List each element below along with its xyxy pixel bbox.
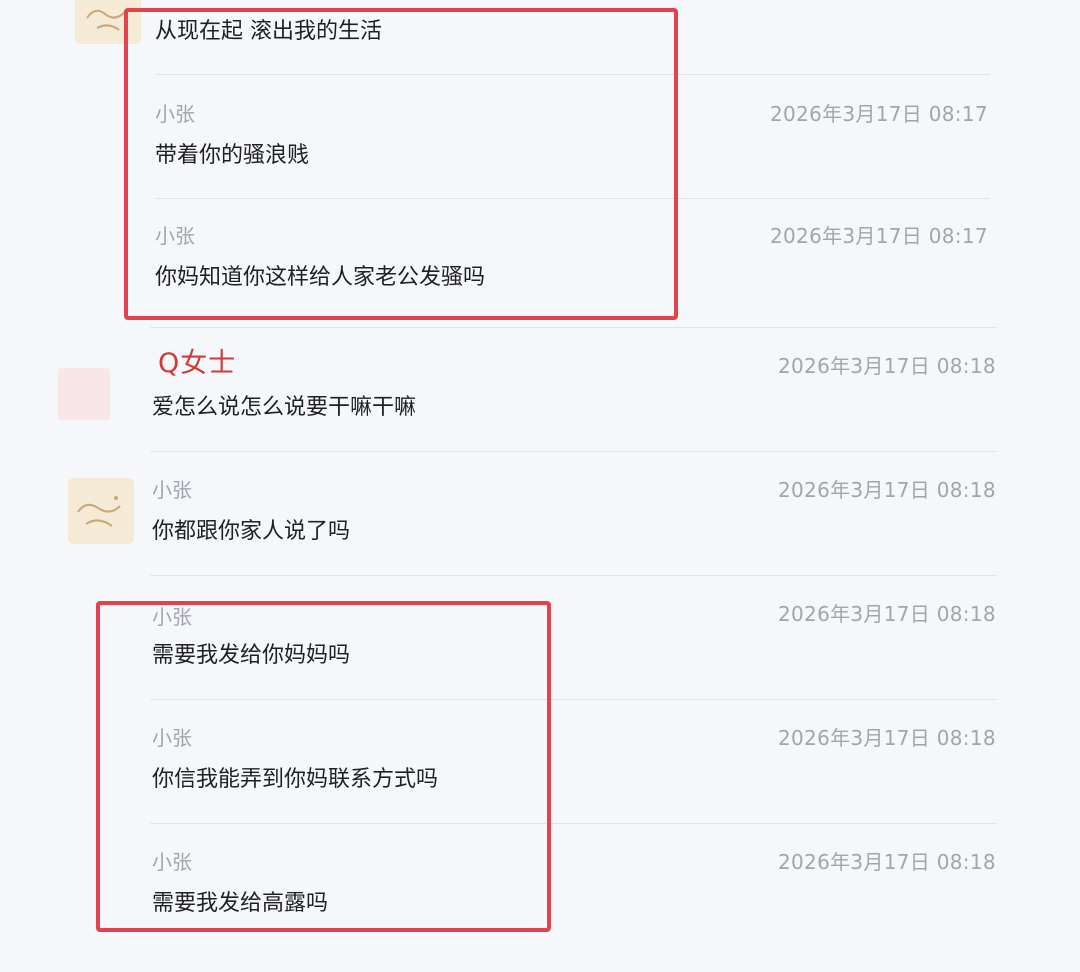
- message-text: 爱怎么说怎么说要干嘛干嘛: [152, 395, 417, 420]
- message-text: 需要我发给你妈妈吗: [152, 643, 351, 668]
- message-time: 2026年3月17日 08:17: [770, 102, 988, 126]
- sender-name: 小张: [152, 478, 192, 502]
- message-time: 2026年3月17日 08:18: [778, 602, 996, 626]
- message-time: 2026年3月17日 08:18: [778, 478, 996, 502]
- chat-message: 小张 2026年3月17日 08:17 带着你的骚浪贱: [0, 100, 1080, 224]
- sender-name: 小张: [155, 102, 195, 126]
- sender-name: 小张: [152, 605, 192, 629]
- chat-message: 小张 2026年3月17日 08:18 需要我发给你妈妈吗: [0, 600, 1080, 724]
- message-text: 需要我发给高露吗: [152, 891, 329, 916]
- message-text: 你都跟你家人说了吗: [152, 519, 351, 544]
- pink-avatar-icon[interactable]: [58, 368, 110, 420]
- message-divider: [155, 74, 990, 75]
- message-time: 2026年3月17日 08:18: [778, 354, 996, 378]
- sketch-avatar-icon[interactable]: [68, 478, 134, 544]
- chat-message: 小张 2026年3月17日 08:18 你信我能弄到你妈联系方式吗: [0, 724, 1080, 848]
- message-divider: [150, 327, 997, 328]
- chat-message: 从现在起 滚出我的生活: [0, 0, 1080, 100]
- message-text: 你信我能弄到你妈联系方式吗: [152, 767, 439, 792]
- chat-message: Q女士 2026年3月17日 08:18 爱怎么说怎么说要干嘛干嘛: [0, 348, 1080, 476]
- sender-name: 小张: [155, 224, 195, 248]
- message-divider: [150, 699, 997, 700]
- message-time: 2026年3月17日 08:18: [778, 726, 996, 750]
- message-text: 你妈知道你这样给人家老公发骚吗: [155, 265, 486, 290]
- sender-name: Q女士: [158, 348, 237, 379]
- chat-message: 小张 2026年3月17日 08:18 需要我发给高露吗: [0, 848, 1080, 972]
- sender-name: 小张: [152, 850, 192, 874]
- message-divider: [150, 575, 997, 576]
- chat-message: 小张 2026年3月17日 08:18 你都跟你家人说了吗: [0, 476, 1080, 600]
- message-time: 2026年3月17日 08:17: [770, 224, 988, 248]
- message-text: 从现在起 滚出我的生活: [155, 19, 382, 44]
- message-divider: [150, 451, 997, 452]
- sender-name: 小张: [152, 726, 192, 750]
- message-divider: [150, 823, 997, 824]
- sketch-avatar-icon[interactable]: [75, 0, 141, 44]
- message-divider: [155, 198, 990, 199]
- message-text: 带着你的骚浪贱: [155, 143, 310, 168]
- message-time: 2026年3月17日 08:18: [778, 850, 996, 874]
